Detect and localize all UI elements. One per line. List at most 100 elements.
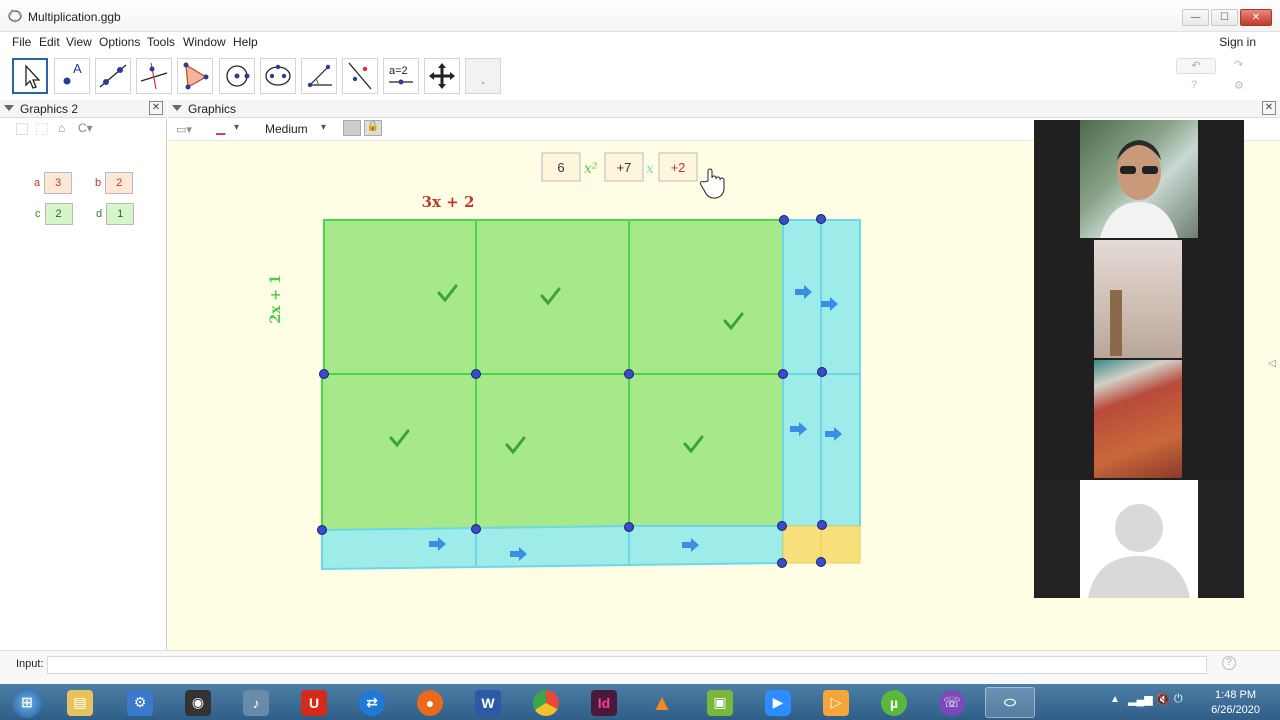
taskbar-ucbrowser[interactable]: U [289,687,339,718]
menu-tools[interactable]: Tools [147,35,175,49]
x-tile[interactable] [820,219,861,375]
point[interactable] [777,558,787,568]
video-tile-participant-4[interactable] [1034,480,1244,598]
line-style-dropdown-icon[interactable]: ▾ [321,122,326,133]
menu-file[interactable]: File [12,35,31,49]
help-icon[interactable]: ? [1191,79,1197,91]
input-help-icon[interactable]: ? [1222,656,1236,670]
x-squared-tile[interactable] [321,373,477,531]
slider-b[interactable]: b 2 [95,172,134,194]
slider-c[interactable]: c 2 [35,203,73,225]
point[interactable] [319,369,329,379]
power-icon[interactable]: ⏻ [1174,693,1183,706]
minimize-button[interactable]: — [1182,9,1209,26]
point[interactable] [779,215,789,225]
menu-edit[interactable]: Edit [39,35,60,49]
menu-help[interactable]: Help [233,35,258,49]
menu-options[interactable]: Options [99,35,140,49]
perpendicular-tool-button[interactable] [136,58,172,94]
settings-gear-icon[interactable]: ⚙ [1234,79,1244,92]
taskbar-firefox[interactable]: ● [405,687,455,718]
menu-view[interactable]: View [66,35,92,49]
sign-in-link[interactable]: Sign in [1219,35,1256,49]
x-tile[interactable] [628,525,784,567]
taskbar-viber[interactable]: ☏ [927,687,977,718]
home-icon[interactable]: ⌂ [58,121,65,135]
point[interactable] [817,367,827,377]
taskbar-word[interactable]: W [463,687,513,718]
taskbar-camera[interactable]: ◉ [173,687,223,718]
pin-icon[interactable] [343,120,361,136]
lock-icon[interactable]: 🔒 [364,120,382,136]
point[interactable] [624,369,634,379]
x-squared-tile[interactable] [475,373,630,529]
point[interactable] [816,557,826,567]
maximize-button[interactable]: ☐ [1211,9,1238,26]
line-color-icon[interactable]: ▁ [216,121,225,135]
slider-b-value[interactable]: 2 [105,172,134,194]
refresh-menu-icon[interactable]: C▾ [78,121,93,135]
taskbar-explorer[interactable]: ▤ [55,687,105,718]
point[interactable] [624,522,634,532]
taskbar-vlc[interactable]: ▲ [637,687,687,718]
x-squared-tile[interactable] [628,219,784,375]
slider-tool-button[interactable]: a=2 [383,58,419,94]
show-hidden-icons[interactable]: ▲ [1110,694,1120,705]
unit-tile[interactable] [782,525,822,564]
x-squared-tile[interactable] [323,219,477,375]
taskbar-zoom[interactable]: ▶ [753,687,803,718]
slider-a[interactable]: a 3 [34,172,73,194]
taskbar-android[interactable]: ▣ [695,687,745,718]
close-button[interactable]: ✕ [1240,9,1272,26]
line-style-select[interactable]: Medium [265,122,308,136]
point[interactable] [817,520,827,530]
circle-tool-button[interactable] [219,58,255,94]
taskbar-indesign[interactable]: Id [579,687,629,718]
video-tile-participant-3[interactable] [1034,360,1244,478]
line-tool-button[interactable] [95,58,131,94]
slider-d[interactable]: d 1 [96,203,135,225]
x-squared-tile[interactable] [628,373,784,527]
point[interactable] [777,521,787,531]
x-tile[interactable] [782,373,822,527]
point[interactable] [778,369,788,379]
sidebar-expand-icon[interactable]: ◁ [1268,358,1276,369]
graphics2-close-button[interactable]: ✕ [149,101,163,115]
network-signal-icon[interactable]: ▂▄▆ [1128,693,1153,706]
move-graphics-tool-button[interactable] [424,58,460,94]
input-field[interactable] [47,656,1207,674]
x-tile[interactable] [782,219,822,375]
polygon-tool-button[interactable] [177,58,213,94]
x-tile[interactable] [475,524,630,569]
point[interactable] [317,525,327,535]
taskbar-app-2[interactable]: ⚙ [115,687,165,718]
clock[interactable]: 1:48 PM 6/26/2020 [1211,688,1260,718]
collapse-triangle-icon[interactable] [172,105,182,111]
angle-tool-button[interactable] [301,58,337,94]
point[interactable] [471,369,481,379]
grid-toggle-icon[interactable] [16,123,28,135]
x-tile[interactable] [820,373,861,527]
video-tile-participant-2[interactable] [1034,240,1244,358]
taskbar-chrome[interactable] [521,687,571,718]
collapse-triangle-icon[interactable] [4,105,14,111]
blank-tool-button[interactable] [465,58,501,94]
slider-c-value[interactable]: 2 [44,203,73,225]
view-toggle-icon[interactable]: ▭▾ [176,123,192,136]
slider-a-value[interactable]: 3 [44,172,73,194]
menu-window[interactable]: Window [183,35,226,49]
taskbar-geogebra[interactable]: ⬭ [985,687,1035,718]
point[interactable] [816,214,826,224]
point[interactable] [471,524,481,534]
start-button[interactable]: ⊞ [2,687,52,718]
graphics2-view[interactable]: ⌂ C▾ a 3 b 2 c 2 d 1 [0,119,167,650]
graphics-close-button[interactable]: ✕ [1262,101,1276,115]
point-tool-button[interactable]: A [54,58,90,94]
x-tile[interactable] [321,526,477,571]
undo-button[interactable]: ↶ [1176,58,1216,74]
taskbar-teamviewer[interactable]: ⇄ [347,687,397,718]
axes-toggle-icon[interactable] [36,123,48,135]
reflect-tool-button[interactable] [342,58,378,94]
redo-button[interactable]: ↷ [1234,58,1243,71]
taskbar-media[interactable]: ♪ [231,687,281,718]
